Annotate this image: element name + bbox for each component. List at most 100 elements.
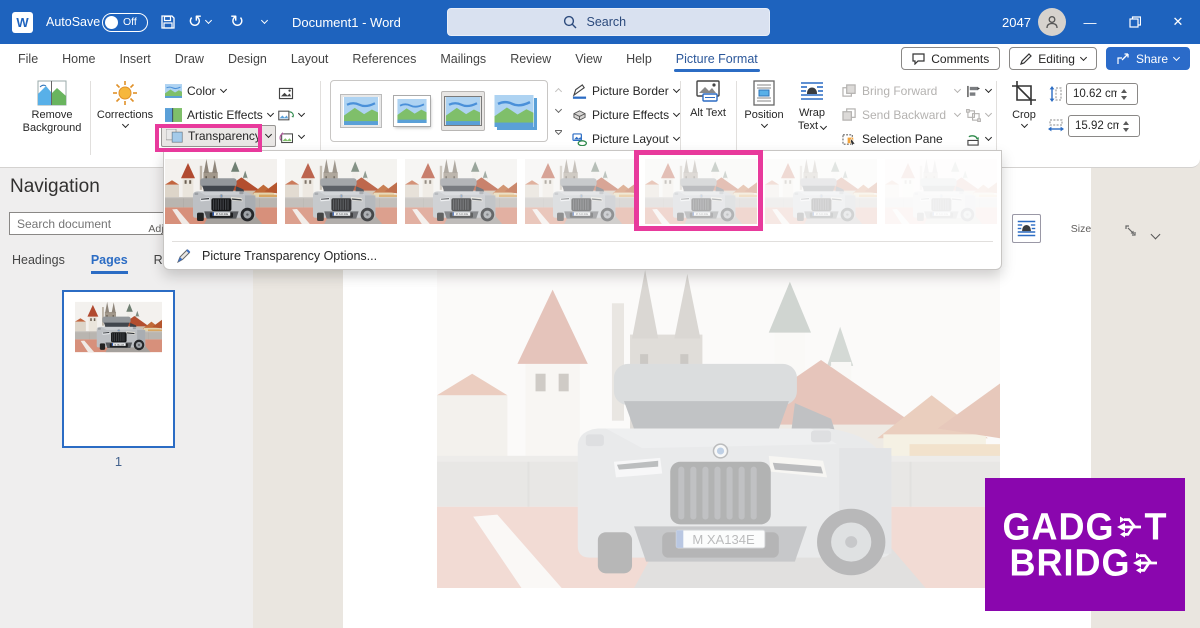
tab-file[interactable]: File	[18, 52, 38, 66]
tab-mailings[interactable]: Mailings	[440, 52, 486, 66]
picture-layout-button[interactable]: Picture Layout	[572, 129, 679, 149]
pencil-icon	[1020, 53, 1032, 65]
save-icon[interactable]	[160, 0, 176, 44]
height-input[interactable]	[1067, 87, 1119, 101]
gallery-expand[interactable]	[551, 123, 566, 141]
close-button[interactable]: ✕	[1163, 0, 1193, 44]
transparency-option-0[interactable]	[165, 159, 277, 224]
picture-style-4[interactable]	[492, 91, 536, 131]
selection-pane-icon	[842, 132, 857, 146]
transparency-option-80[interactable]	[765, 159, 877, 224]
menu-separator	[172, 241, 993, 242]
transparency-dropdown: Picture Transparency Options...	[163, 150, 1002, 270]
navigation-title: Navigation	[10, 176, 100, 198]
corrections-button[interactable]: Corrections	[96, 80, 154, 127]
size-group-label: Size	[1056, 223, 1106, 235]
layout-options-button[interactable]	[1012, 214, 1041, 243]
crop-icon	[1011, 80, 1037, 106]
gallery-scroll-up[interactable]	[551, 81, 566, 99]
nav-tab-headings[interactable]: Headings	[12, 253, 65, 267]
picture-effects-button[interactable]: Picture Effects	[572, 105, 679, 125]
crop-button[interactable]: Crop	[1004, 80, 1044, 127]
tab-design[interactable]: Design	[228, 52, 267, 66]
nav-tab-pages[interactable]: Pages	[91, 253, 128, 267]
reset-picture-icon[interactable]	[278, 127, 304, 147]
tab-home[interactable]: Home	[62, 52, 95, 66]
picture-border-button[interactable]: Picture Border	[572, 81, 679, 101]
search-box[interactable]	[447, 8, 770, 36]
width-input[interactable]	[1069, 119, 1121, 133]
height-decrease[interactable]	[1121, 96, 1127, 100]
transparency-option-65-selected[interactable]	[645, 159, 757, 224]
picture-style-2[interactable]	[390, 91, 434, 131]
gallery-scroll-down[interactable]	[551, 102, 566, 120]
rotate-objects-button[interactable]	[966, 129, 991, 149]
picture-style-1[interactable]	[339, 91, 383, 131]
share-button[interactable]: Share	[1106, 47, 1190, 70]
shape-width-field	[1048, 115, 1140, 137]
remove-background-button[interactable]: Remove Background	[22, 80, 82, 134]
position-icon	[753, 80, 775, 106]
send-backward-icon	[842, 108, 857, 122]
width-increase[interactable]	[1123, 121, 1129, 125]
transparency-option-15[interactable]	[285, 159, 397, 224]
customize-quick-access-icon[interactable]	[262, 0, 267, 44]
position-button[interactable]: Position	[741, 80, 787, 127]
avatar[interactable]	[1038, 0, 1066, 44]
transparency-button[interactable]: Transparency	[161, 126, 276, 146]
tab-view[interactable]: View	[575, 52, 602, 66]
document-image[interactable]	[437, 270, 1000, 588]
tab-references[interactable]: References	[352, 52, 416, 66]
page-thumbnail-number: 1	[62, 454, 175, 469]
restore-button[interactable]	[1120, 0, 1150, 44]
editing-button[interactable]: Editing	[1009, 47, 1097, 70]
align-objects-button[interactable]	[966, 81, 991, 101]
sun-icon	[112, 80, 138, 106]
tab-layout[interactable]: Layout	[291, 52, 329, 66]
minimize-button[interactable]: —	[1075, 0, 1105, 44]
transparency-option-50[interactable]	[525, 159, 637, 224]
color-icon	[165, 84, 182, 98]
search-input[interactable]	[585, 14, 655, 30]
color-button[interactable]: Color	[165, 81, 226, 101]
usb-glyph-icon	[1131, 548, 1161, 575]
alt-text-button[interactable]: Alt Text	[688, 80, 728, 120]
picture-style-3-selected[interactable]	[441, 91, 485, 131]
picture-transparency-options-item[interactable]: Picture Transparency Options...	[176, 248, 377, 264]
height-increase[interactable]	[1121, 89, 1127, 93]
width-icon	[1048, 119, 1064, 133]
transparency-option-95[interactable]	[885, 159, 997, 224]
compress-pictures-icon[interactable]	[278, 83, 294, 103]
remove-background-icon	[37, 80, 67, 106]
profile-id: 2047	[1002, 0, 1031, 44]
change-picture-icon[interactable]	[278, 105, 304, 125]
autosave-toggle[interactable]: Off	[102, 0, 148, 44]
shape-height-field	[1048, 83, 1138, 105]
autosave-state: Off	[123, 16, 137, 28]
page-thumbnail[interactable]	[62, 290, 175, 448]
tab-help[interactable]: Help	[626, 52, 652, 66]
redo-button[interactable]: ↻	[230, 0, 244, 44]
collapse-ribbon-icon[interactable]	[1152, 225, 1159, 243]
width-decrease[interactable]	[1123, 128, 1129, 132]
tab-review[interactable]: Review	[510, 52, 551, 66]
transparency-options-icon	[176, 248, 192, 264]
usb-glyph-icon	[1115, 513, 1145, 540]
comments-button[interactable]: Comments	[901, 47, 1000, 70]
comment-icon	[912, 53, 925, 65]
picture-effects-icon	[572, 109, 587, 122]
bring-forward-icon	[842, 84, 857, 98]
align-icon	[966, 85, 981, 98]
title-bar: W AutoSave Off ↺ ↻ Document1 - Word 2047…	[0, 0, 1200, 44]
picture-styles-gallery	[330, 80, 548, 142]
tab-insert[interactable]: Insert	[120, 52, 151, 66]
undo-button[interactable]: ↺	[188, 0, 211, 44]
picture-border-icon	[572, 84, 587, 99]
wrap-text-button[interactable]: Wrap Text	[790, 80, 834, 132]
transparency-option-30[interactable]	[405, 159, 517, 224]
tab-draw[interactable]: Draw	[175, 52, 204, 66]
selection-pane-button[interactable]: Selection Pane	[842, 129, 943, 149]
tab-picture-format[interactable]: Picture Format	[676, 52, 758, 66]
size-dialog-launcher-icon[interactable]	[1125, 223, 1136, 241]
artistic-effects-button[interactable]: Artistic Effects	[165, 105, 273, 125]
